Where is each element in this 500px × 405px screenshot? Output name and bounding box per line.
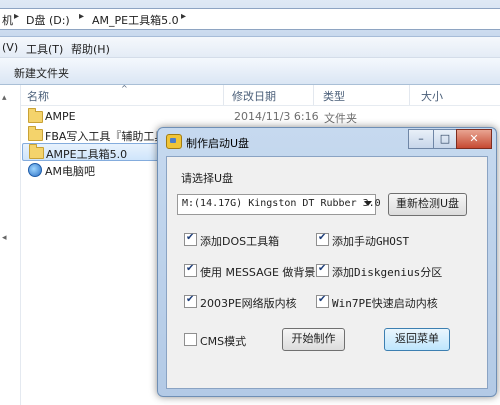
file-date: 2014/11/3 6:16 bbox=[234, 110, 319, 123]
option-label: 2003PE网络版内核 bbox=[200, 297, 297, 310]
folder-icon bbox=[28, 108, 43, 123]
chevron-right-icon[interactable]: ▸ bbox=[14, 11, 19, 22]
file-name: AMPE工具箱5.0 bbox=[46, 148, 128, 161]
maximize-button[interactable]: □ bbox=[433, 129, 457, 149]
checkbox[interactable] bbox=[316, 232, 329, 246]
option-label: 添加手动GHOST bbox=[332, 235, 410, 248]
column-header-type[interactable]: 类型 bbox=[323, 88, 345, 104]
checkbox[interactable] bbox=[184, 263, 197, 277]
column-divider[interactable] bbox=[313, 85, 314, 105]
sort-indicator-icon: ^ bbox=[121, 84, 128, 93]
navigation-pane[interactable]: ▴ ◂ bbox=[0, 85, 21, 405]
address-bar-area: 机 ▸ D盘 (D:) ▸ AM_PE工具箱5.0 ▸ bbox=[0, 0, 500, 37]
file-name: AMPE bbox=[45, 110, 76, 123]
new-folder-button[interactable]: 新建文件夹 bbox=[14, 65, 69, 81]
close-button[interactable]: ✕ bbox=[456, 129, 492, 149]
dialog-titlebar[interactable]: 制作启动U盘 – □ ✕ bbox=[158, 128, 496, 154]
column-divider[interactable] bbox=[409, 85, 410, 105]
column-header-name[interactable]: 名称 bbox=[27, 88, 49, 104]
option-label: Win7PE快速启动内核 bbox=[332, 297, 438, 310]
chevron-right-icon[interactable]: ▸ bbox=[79, 11, 84, 22]
column-divider[interactable] bbox=[223, 85, 224, 105]
choose-usb-label: 请选择U盘 bbox=[181, 172, 234, 185]
column-header-date[interactable]: 修改日期 bbox=[232, 88, 276, 104]
file-name: AM电脑吧 bbox=[45, 165, 96, 178]
option-label: CMS模式 bbox=[200, 335, 247, 348]
minimize-button[interactable]: – bbox=[408, 129, 434, 149]
redetect-usb-button[interactable]: 重新检测U盘 bbox=[388, 193, 467, 216]
checkbox[interactable] bbox=[316, 294, 329, 308]
address-bar[interactable]: 机 ▸ D盘 (D:) ▸ AM_PE工具箱5.0 ▸ bbox=[0, 8, 500, 30]
option-label: 添加Diskgenius分区 bbox=[332, 266, 443, 279]
chevron-down-icon[interactable] bbox=[364, 201, 372, 206]
folder-icon bbox=[28, 126, 43, 141]
back-to-menu-button[interactable]: 返回菜单 bbox=[384, 328, 450, 351]
breadcrumb-computer[interactable]: 机 bbox=[2, 12, 13, 28]
menu-tools[interactable]: 工具(T) bbox=[26, 41, 63, 57]
checkbox[interactable] bbox=[316, 263, 329, 277]
chevron-right-icon[interactable]: ▸ bbox=[181, 11, 186, 22]
usb-device-select[interactable]: M:(14.17G) Kingston DT Rubber 3.0 bbox=[177, 194, 381, 215]
menu-help[interactable]: 帮助(H) bbox=[71, 41, 110, 57]
checkbox[interactable] bbox=[184, 294, 197, 308]
start-make-button[interactable]: 开始制作 bbox=[282, 328, 345, 351]
breadcrumb-folder[interactable]: AM_PE工具箱5.0 bbox=[92, 12, 179, 28]
checkbox[interactable] bbox=[184, 333, 197, 346]
option-label: 使用 MESSAGE 做背景 bbox=[200, 266, 316, 279]
app-icon bbox=[166, 134, 182, 149]
html-file-icon bbox=[28, 163, 42, 177]
dialog-title: 制作启动U盘 bbox=[186, 137, 250, 150]
make-boot-usb-dialog: 制作启动U盘 – □ ✕ 请选择U盘 M:(14.17G) Kingston D… bbox=[157, 127, 497, 397]
file-row[interactable]: AMPE 2014/11/3 6:16 文件夹 bbox=[22, 108, 492, 126]
scroll-up-icon[interactable]: ▴ bbox=[2, 93, 7, 103]
dialog-body: 请选择U盘 M:(14.17G) Kingston DT Rubber 3.0 … bbox=[166, 156, 488, 389]
checkbox[interactable] bbox=[184, 232, 197, 246]
column-headers: 名称 ^ 修改日期 类型 大小 bbox=[21, 84, 500, 106]
toolbar: 新建文件夹 bbox=[0, 58, 500, 85]
menu-view[interactable]: (V) bbox=[2, 41, 18, 54]
column-header-size[interactable]: 大小 bbox=[421, 88, 443, 104]
folder-icon bbox=[29, 144, 44, 159]
menu-bar: (V) 工具(T) 帮助(H) bbox=[0, 37, 500, 58]
scroll-left-icon[interactable]: ◂ bbox=[2, 233, 7, 243]
option-label: 添加DOS工具箱 bbox=[200, 235, 280, 248]
breadcrumb-drive[interactable]: D盘 (D:) bbox=[26, 12, 70, 28]
file-row-selected[interactable]: AMPE工具箱5.0 bbox=[22, 143, 164, 161]
usb-device-value: M:(14.17G) Kingston DT Rubber 3.0 bbox=[182, 198, 381, 209]
file-type: 文件夹 bbox=[324, 112, 357, 125]
